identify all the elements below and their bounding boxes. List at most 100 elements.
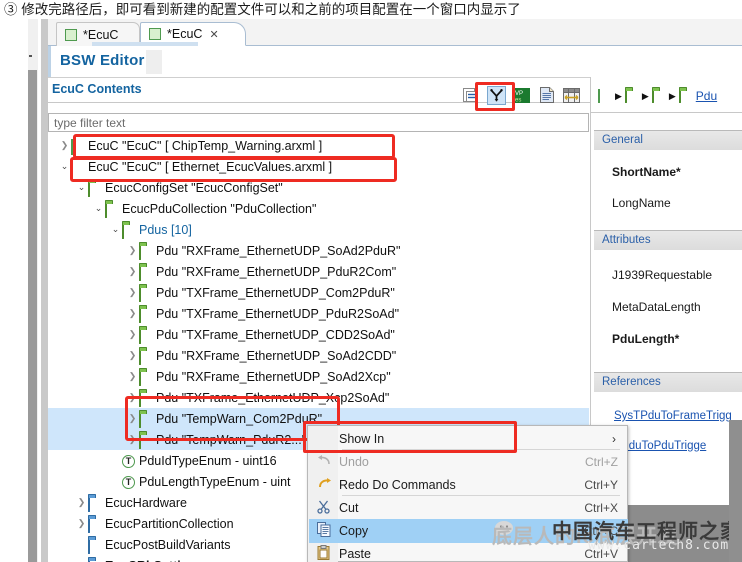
variant-icon[interactable]: VP es [512, 86, 531, 105]
outer-scrollbar-thumb[interactable] [28, 70, 37, 562]
redo-icon [309, 477, 339, 493]
tree-row[interactable]: ❯ Pdu "RXFrame_EthernetUDP_SoAd2Xcp" [48, 366, 589, 387]
page-caption: ③ 修改完路径后，即可看到新建的配置文件可以和之前的项目配置在一个窗口内显示了 [4, 2, 521, 17]
chevron-right-icon[interactable]: ❯ [126, 308, 139, 319]
chevron-right-icon[interactable]: ❯ [126, 266, 139, 277]
folder-green [139, 390, 153, 407]
close-icon[interactable]: ✕ [209, 28, 218, 41]
collapse-all-icon[interactable] [462, 86, 481, 105]
tree-row[interactable]: ⌄ EcuC "EcuC" [ Ethernet_EcucValues.arxml… [48, 156, 589, 177]
field-j1939requestable: J1939Requestable [612, 268, 713, 282]
tab-label: *EcuC [83, 27, 119, 42]
tree-row-label: Pdu "TXFrame_EthernetUDP_Com2PduR" [156, 285, 395, 300]
menu-item-label: Redo Do Commands [339, 478, 456, 492]
chevron-right-icon[interactable]: ❯ [75, 518, 88, 529]
chevron-right-icon: ▶ [668, 90, 676, 101]
tree-row-label: Pdu "TXFrame_EthernetUDP_Xcp2SoAd" [156, 390, 390, 405]
chevron-right-icon[interactable]: ❯ [126, 434, 139, 445]
tree-row[interactable]: ❯ Pdu "TXFrame_EthernetUDP_PduR2SoAd" [48, 303, 589, 324]
group-title: References [602, 376, 661, 388]
breadcrumb-link-pdu[interactable]: Pdu [696, 89, 717, 103]
chevron-right-icon[interactable]: ❯ [126, 287, 139, 298]
chevron-right-icon[interactable]: ❯ [75, 497, 88, 508]
copy-icon [309, 522, 339, 540]
folder-green [139, 285, 153, 302]
tree-row[interactable]: ⌄ EcucConfigSet "EcucConfigSet" [48, 177, 589, 198]
tree-row[interactable]: ❯ Pdu "RXFrame_EthernetUDP_SoAd2CDD" [48, 345, 589, 366]
tree-row-label: EcuC "EcuC" [ Ethernet_EcucValues.arxml … [88, 159, 333, 174]
tree-row-label: Pdu "TXFrame_EthernetUDP_PduR2SoAd" [156, 306, 400, 321]
chevron-down-icon[interactable]: ⌄ [92, 203, 105, 214]
group-header-general: General [594, 130, 742, 150]
chevron-right-icon[interactable]: ❯ [126, 329, 139, 340]
menu-item-label: Copy [339, 524, 369, 538]
properties-scrollbar[interactable] [729, 420, 742, 562]
menu-item-show-in[interactable]: Show In › [309, 427, 628, 451]
group-title: Attributes [602, 234, 651, 246]
undo-icon [309, 454, 339, 470]
chevron-right-icon[interactable]: ❯ [126, 413, 139, 424]
menu-item-cut[interactable]: Cut Ctrl+X [309, 496, 628, 520]
tree-row[interactable]: ❯ EcuC "EcuC" [ ChipTemp_Warning.arxml ] [48, 135, 589, 156]
menu-item-copy[interactable]: Copy Ctrl+C [309, 519, 628, 543]
ruler-tick [29, 55, 32, 57]
tree-row[interactable]: ❯ Pdu "TXFrame_EthernetUDP_CDD2SoAd" [48, 324, 589, 345]
menu-item-undo: Undo Ctrl+Z [309, 450, 628, 474]
chevron-right-icon[interactable]: ❯ [58, 140, 71, 151]
link-with-editor-icon[interactable] [487, 85, 506, 105]
breadcrumb-rule [590, 112, 742, 113]
tree-row-label: Pdu "TempWarn_Com2PduR" [156, 411, 323, 426]
folder-green [139, 411, 153, 428]
type-icon: T [122, 475, 136, 489]
scissors-icon [309, 500, 339, 517]
folder-green [139, 243, 153, 260]
context-menu[interactable]: Show In › Undo Ctrl+Z Redo Do Commands Ctrl+Y… [307, 425, 628, 562]
chevron-right-icon: › [612, 432, 616, 446]
tree-row-label: Pdu "TXFrame_EthernetUDP_CDD2SoAd" [156, 327, 395, 342]
chevron-right-icon[interactable]: ❯ [126, 392, 139, 403]
title-accent-block [146, 50, 162, 74]
tree-row[interactable]: ⌄ EcucPduCollection "PduCollection" [48, 198, 589, 219]
breadcrumb[interactable]: ▶ ▶ ▶ Pdu [598, 88, 717, 104]
folder-green [139, 306, 153, 323]
chevron-down-icon[interactable]: ⌄ [109, 224, 122, 235]
chevron-down-icon[interactable]: ⌄ [58, 161, 71, 172]
group-header-references: References [594, 372, 742, 392]
tree-row[interactable]: ❯ Pdu "TXFrame_EthernetUDP_Com2PduR" [48, 282, 589, 303]
tree-row-label: Pdu "RXFrame_EthernetUDP_SoAd2PduR" [156, 243, 401, 258]
field-pdulength: PduLength* [612, 332, 680, 346]
folder-blue [88, 537, 102, 554]
tree-row[interactable]: ❯ Pdu "TXFrame_EthernetUDP_Xcp2SoAd" [48, 387, 589, 408]
menu-item-shortcut: Ctrl+Z [585, 455, 618, 469]
tree-row[interactable]: ⌄ Pdus [10] [48, 219, 589, 240]
menu-item-label: Cut [339, 501, 359, 515]
chevron-right-icon[interactable]: ❯ [126, 350, 139, 361]
tree-row-label: EcuCRbSettings [105, 559, 203, 562]
chevron-right-icon[interactable]: ❯ [126, 245, 139, 256]
tree-row-label: Pdu "RXFrame_EthernetUDP_SoAd2CDD" [156, 348, 397, 363]
folder-green [139, 348, 153, 365]
group-header-attributes: Attributes [594, 230, 742, 250]
chevron-right-icon[interactable]: ❯ [126, 371, 139, 382]
menu-item-label: Show In [339, 432, 385, 446]
menu-item-redo-do-commands[interactable]: Redo Do Commands Ctrl+Y [309, 473, 628, 497]
menu-item-label: Paste [339, 547, 371, 561]
file-icon [598, 89, 612, 103]
svg-text:es: es [515, 97, 521, 103]
folder-green [105, 201, 119, 218]
folder-blue [88, 495, 102, 512]
folder-green [139, 369, 153, 386]
page-title: BSW Editor [60, 52, 145, 69]
inner-scrollbar-thumb[interactable] [41, 19, 48, 562]
tree-row-label: Pdu "TempWarn_PduR2..." [156, 432, 307, 447]
section-title: EcuC Contents [52, 82, 142, 96]
chevron-right-icon: ▶ [615, 90, 622, 101]
tree-row[interactable]: ❯ Pdu "RXFrame_EthernetUDP_SoAd2PduR" [48, 240, 589, 261]
search-input[interactable]: type filter text [48, 113, 589, 132]
document-icon[interactable] [537, 86, 556, 105]
chevron-down-icon[interactable]: ⌄ [75, 182, 88, 193]
reference-link-sysTPduToFrameTrigger[interactable]: SysTPduToFrameTrigg [614, 410, 732, 422]
table-icon[interactable] [562, 86, 581, 105]
tree-row[interactable]: ❯ Pdu "RXFrame_EthernetUDP_PduR2Com" [48, 261, 589, 282]
menu-item-paste[interactable]: Paste Ctrl+V [309, 542, 628, 562]
